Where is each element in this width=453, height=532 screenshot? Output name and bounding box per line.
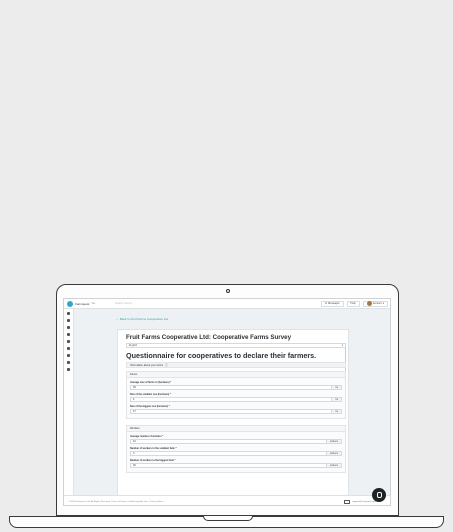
smallest-farm-workers-field: 3 workers	[130, 451, 342, 456]
chat-icon	[376, 492, 382, 498]
field-label: Average number of workers *	[130, 435, 164, 438]
footer: © 2020 Farmquest Ltd. All Rights Reserve…	[64, 495, 390, 505]
help-label: Help	[350, 302, 356, 305]
messages-label: Messages	[328, 302, 340, 305]
chevron-down-icon: ▾	[341, 344, 343, 347]
settings-icon[interactable]	[67, 368, 70, 371]
help-button[interactable]: Help	[346, 300, 360, 307]
average-farm-size-input[interactable]: 25	[130, 385, 333, 390]
account-label: Account	[372, 302, 382, 305]
workers-heading: Workers	[127, 426, 345, 432]
menu-icon[interactable]	[67, 312, 70, 315]
footer-copyright: © 2020 Farmquest Ltd. All Rights Reserve…	[68, 500, 164, 503]
average-workers-input[interactable]: 10	[130, 439, 327, 444]
back-link[interactable]: ← Back to Fruit Farms Cooperative Ltd	[116, 317, 168, 321]
avatar	[366, 301, 372, 306]
section-label: Information about your farms	[130, 363, 164, 367]
page-title: Fruit Farms Cooperative Ltd: Cooperative…	[126, 334, 292, 341]
language-value: English	[129, 344, 138, 347]
questionnaire-title: Questionnaire for cooperatives to declar…	[126, 351, 317, 360]
home-icon[interactable]	[67, 319, 70, 322]
field-label: Size of the smallest one (hectares) *	[130, 393, 171, 396]
biggest-farm-size-field: 17 ha	[130, 409, 342, 414]
biggest-farm-size-input[interactable]: 17	[130, 409, 333, 414]
camera-icon	[226, 289, 230, 293]
support-email[interactable]: support@farmquest.com	[352, 501, 376, 503]
brand-subtitle: Sia	[91, 302, 95, 305]
messages-button[interactable]: ✉ Messages	[321, 300, 344, 307]
farms-group: Farms Average size of farms in (hectares…	[126, 371, 346, 419]
smallest-farm-size-field: 4 ha	[130, 397, 342, 402]
search-input[interactable]: Search surveys	[115, 302, 132, 305]
farms-heading: Farms	[127, 372, 345, 378]
mail-icon	[344, 499, 351, 504]
biggest-farm-workers-field: 40 workers	[130, 463, 342, 468]
survey-card: Fruit Farms Cooperative Ltd: Cooperative…	[117, 329, 349, 495]
laptop-base	[9, 516, 444, 528]
field-label: Average size of farms in (hectares) *	[130, 381, 172, 384]
unit-label: ha	[332, 385, 342, 390]
unit-label: workers	[326, 439, 342, 444]
unit-label: workers	[326, 451, 342, 456]
language-select[interactable]: English ▾	[126, 343, 346, 348]
document-icon[interactable]	[67, 361, 70, 364]
screen: Farmquest Sia Search surveys ✉ Messages …	[63, 298, 391, 506]
mail-icon[interactable]	[67, 354, 70, 357]
smallest-farm-workers-input[interactable]: 3	[130, 451, 327, 456]
unit-label: ha	[332, 409, 342, 414]
field-label: Number of workers in the biggest farm *	[130, 459, 176, 462]
info-icon[interactable]: ⓘ	[165, 363, 168, 367]
logo-icon[interactable]	[67, 300, 73, 307]
smallest-farm-size-input[interactable]: 4	[130, 397, 333, 402]
section-header: Information about your farms ⓘ	[126, 362, 346, 368]
chevron-down-icon: ▾	[382, 302, 384, 305]
main-content: ← Back to Fruit Farms Cooperative Ltd Fr…	[74, 309, 390, 495]
unit-label: workers	[326, 463, 342, 468]
field-label: Number of workers in the smallest farm *	[130, 447, 177, 450]
bar-chart-icon[interactable]	[67, 347, 70, 350]
field-label: Size of the biggest one (hectares) *	[130, 405, 170, 408]
unit-label: ha	[332, 397, 342, 402]
average-workers-field: 10 workers	[130, 439, 342, 444]
account-menu[interactable]: Account ▾	[362, 300, 388, 307]
chart-icon[interactable]	[67, 326, 70, 329]
biggest-farm-workers-input[interactable]: 40	[130, 463, 327, 468]
top-bar: Farmquest Sia Search surveys ✉ Messages …	[64, 299, 390, 309]
camera-icon[interactable]	[67, 333, 70, 336]
brand-name: Farmquest	[75, 301, 90, 306]
calendar-icon[interactable]	[67, 340, 70, 343]
sidebar	[64, 309, 74, 495]
laptop-notch	[203, 516, 253, 521]
average-farm-size-field: 25 ha	[130, 385, 342, 390]
mail-icon: ✉	[325, 302, 328, 305]
chat-button[interactable]	[372, 488, 386, 502]
workers-group: Workers Average number of workers * 10 w…	[126, 425, 346, 473]
